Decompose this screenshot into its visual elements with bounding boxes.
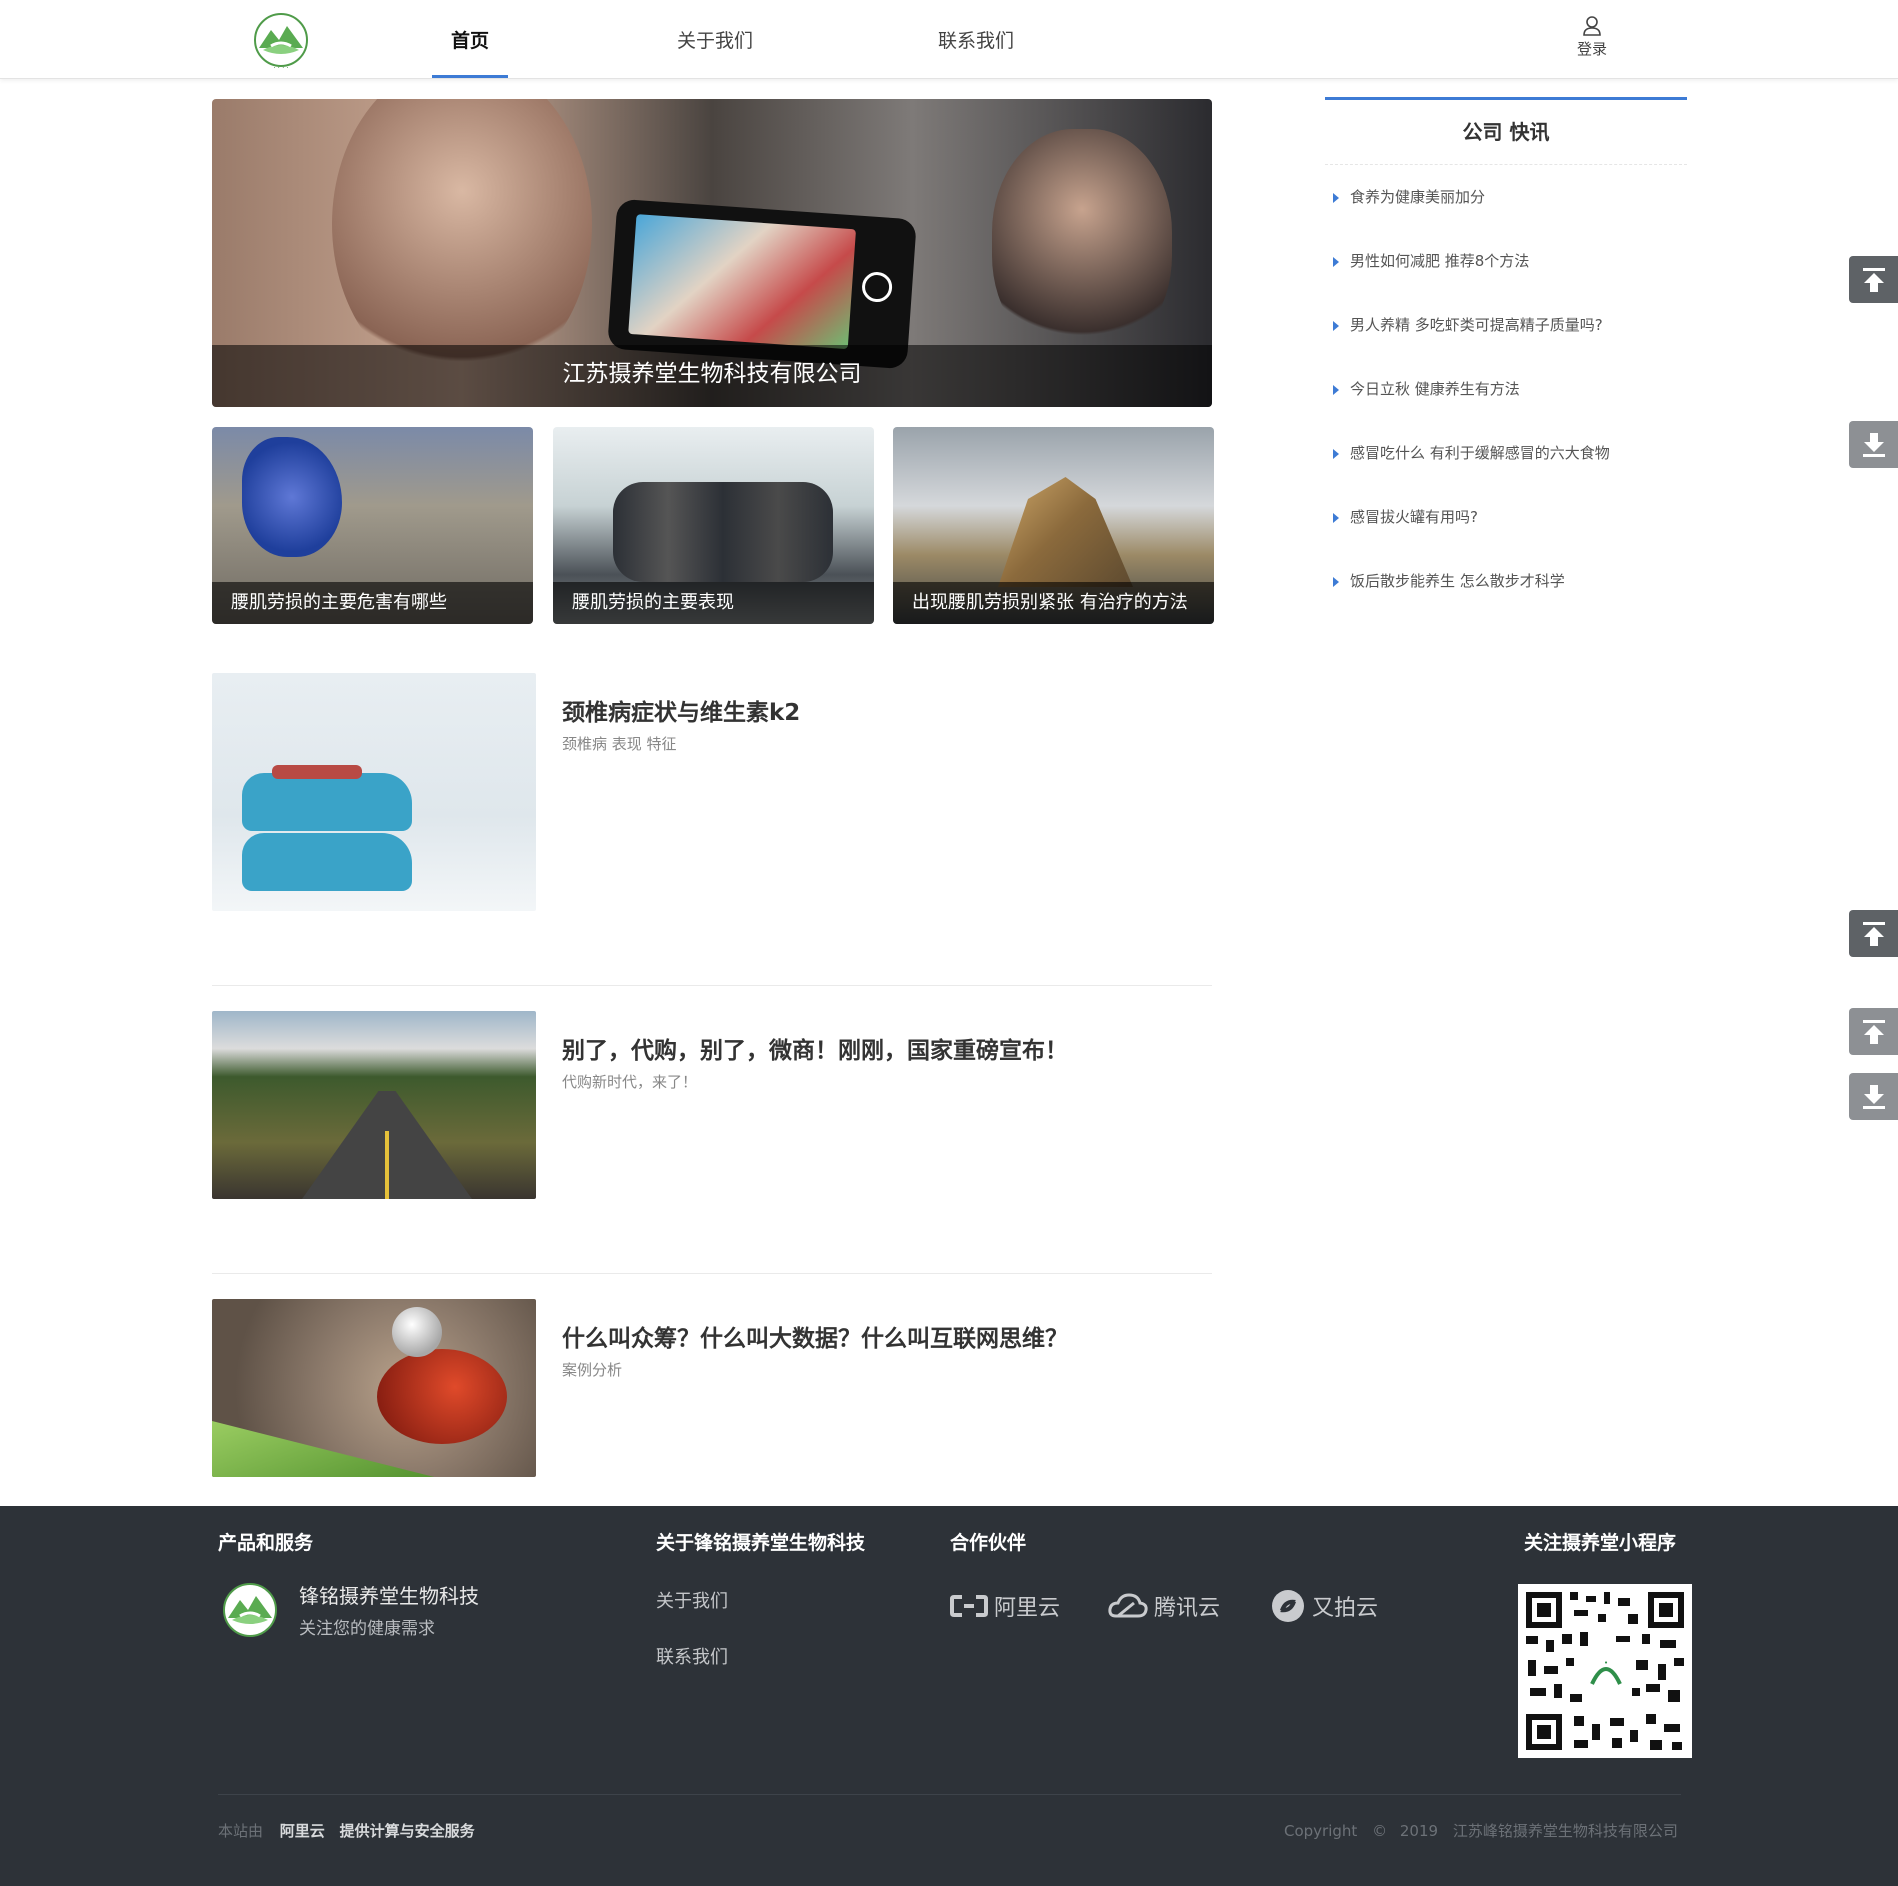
thumb-card[interactable]: 腰肌劳损的主要表现 <box>553 427 874 624</box>
aliyun-icon <box>950 1595 988 1617</box>
news-item[interactable]: 感冒吃什么 有利于缓解感冒的六大食物 <box>1325 421 1687 485</box>
to-bottom-icon <box>1863 1085 1885 1109</box>
article-tags: 代购新时代，来了！ <box>562 1073 698 1091</box>
footer-hosting-note: 本站由 阿里云 提供计算与安全服务 <box>218 1820 475 1841</box>
footer-link-contact[interactable]: 联系我们 <box>656 1643 728 1669</box>
copyright-company: 江苏峰铭摄养堂生物科技有限公司 <box>1452 1822 1678 1840</box>
footer-link-about[interactable]: 关于我们 <box>656 1587 728 1613</box>
article-item[interactable]: 别了，代购，别了，微商！刚刚，国家重磅宣布！ 代购新时代，来了！ <box>212 1011 1212 1199</box>
news-item[interactable]: 男性如何减肥 推荐8个方法 <box>1325 229 1687 293</box>
thumb-image <box>613 482 833 582</box>
hosting-provider-link[interactable]: 阿里云 <box>280 1822 325 1840</box>
news-item[interactable]: 食养为健康美丽加分 <box>1325 165 1687 229</box>
hosting-prefix: 本站由 <box>218 1822 264 1840</box>
partner-name: 阿里云 <box>994 1596 1061 1621</box>
divider <box>212 985 1212 986</box>
footer-heading: 产品和服务 <box>218 1532 314 1554</box>
article-title[interactable]: 别了，代购，别了，微商！刚刚，国家重磅宣布！ <box>562 1031 1068 1065</box>
company-logo-icon <box>223 1583 277 1637</box>
nav-home[interactable]: 首页 <box>432 0 508 78</box>
thumb-caption: 腰肌劳损的主要表现 <box>553 582 874 624</box>
news-item[interactable]: 男人养精 多吃虾类可提高精子质量吗? <box>1325 293 1687 357</box>
user-icon <box>1583 16 1601 36</box>
news-item[interactable]: 感冒拔火罐有用吗? <box>1325 485 1687 549</box>
svg-text:· · · ·: · · · · <box>273 64 289 72</box>
nav-contact[interactable]: 联系我们 <box>926 0 1026 78</box>
partner-name: 腾讯云 <box>1154 1596 1221 1621</box>
article-tags: 颈椎病 表现 特征 <box>562 735 677 753</box>
tencent-cloud-icon <box>1108 1593 1148 1618</box>
thumb-card[interactable]: 出现腰肌劳损别紧张 有治疗的方法 <box>893 427 1214 624</box>
copyright-label: Copyright <box>1284 1822 1358 1840</box>
partner-upyun[interactable]: 又拍云 <box>1270 1586 1378 1626</box>
to-top-icon <box>1863 922 1885 946</box>
sidebar-title: 公司 快讯 <box>1325 100 1687 165</box>
footer-heading: 关注摄养堂小程序 <box>1524 1532 1677 1554</box>
to-top-icon <box>1863 1020 1885 1044</box>
qr-code-icon[interactable]: · <box>1518 1584 1692 1758</box>
article-title[interactable]: 什么叫众筹？什么叫大数据？什么叫互联网思维？ <box>562 1319 1068 1353</box>
thumb-caption: 腰肌劳损的主要危害有哪些 <box>212 582 533 624</box>
footer-brand-name: 锋铭摄养堂生物科技 <box>299 1584 479 1608</box>
article-title[interactable]: 颈椎病症状与维生素k2 <box>562 693 800 727</box>
hero-caption: 江苏摄养堂生物科技有限公司 <box>212 345 1212 407</box>
news-sidebar: 公司 快讯 食养为健康美丽加分 男性如何减肥 推荐8个方法 男人养精 多吃虾类可… <box>1325 97 1687 613</box>
thumb-image <box>242 437 342 557</box>
partner-tencent[interactable]: 腾讯云 <box>1108 1586 1220 1626</box>
footer-brand-slogan: 关注您的健康需求 <box>299 1619 435 1639</box>
company-logo-icon[interactable]: · · · · <box>249 10 313 74</box>
partner-name: 又拍云 <box>1312 1596 1379 1621</box>
footer-divider <box>218 1794 1681 1795</box>
thumb-image <box>998 477 1133 587</box>
article-image[interactable] <box>212 1299 536 1477</box>
thumb-card[interactable]: 腰肌劳损的主要危害有哪些 <box>212 427 533 624</box>
to-top-icon <box>1863 268 1885 292</box>
scroll-bottom-button[interactable] <box>1849 1073 1898 1120</box>
hero-photo-phone <box>607 198 917 370</box>
to-bottom-icon <box>1863 433 1885 457</box>
partner-aliyun[interactable]: 阿里云 <box>950 1586 1060 1626</box>
scroll-bottom-button[interactable] <box>1849 421 1898 468</box>
scroll-top-button[interactable] <box>1849 256 1898 303</box>
footer-heading: 关于锋铭摄养堂生物科技 <box>656 1532 866 1554</box>
article-image[interactable] <box>212 1011 536 1199</box>
article-item[interactable]: 什么叫众筹？什么叫大数据？什么叫互联网思维？ 案例分析 <box>212 1299 1212 1477</box>
news-item[interactable]: 饭后散步能养生 怎么散步才科学 <box>1325 549 1687 613</box>
thumb-caption: 出现腰肌劳损别紧张 有治疗的方法 <box>893 582 1214 624</box>
scroll-top-button[interactable] <box>1849 910 1898 957</box>
hosting-service: 提供计算与安全服务 <box>339 1822 475 1840</box>
upyun-icon <box>1272 1590 1304 1622</box>
scroll-top-button[interactable] <box>1849 1008 1898 1055</box>
footer-heading: 合作伙伴 <box>950 1532 1027 1554</box>
top-header: · · · · 首页 关于我们 联系我们 登录 <box>0 0 1898 79</box>
hero-photo-woman <box>992 129 1172 359</box>
copyright-symbol: © <box>1372 1822 1388 1840</box>
article-item[interactable]: 颈椎病症状与维生素k2 颈椎病 表现 特征 <box>212 673 1212 911</box>
login-label: 登录 <box>1576 40 1607 58</box>
article-image[interactable] <box>212 673 536 911</box>
site-footer: 产品和服务 锋铭摄养堂生物科技 关注您的健康需求 关于锋铭摄养堂生物科技 关于我… <box>0 1506 1898 1886</box>
hero-banner[interactable]: 江苏摄养堂生物科技有限公司 <box>212 99 1212 407</box>
news-item[interactable]: 今日立秋 健康养生有方法 <box>1325 357 1687 421</box>
footer-copyright: Copyright © 2019 江苏峰铭摄养堂生物科技有限公司 <box>1284 1820 1678 1841</box>
copyright-year: 2019 <box>1399 1822 1439 1840</box>
nav-about[interactable]: 关于我们 <box>665 0 765 78</box>
divider <box>212 1273 1212 1274</box>
article-tags: 案例分析 <box>562 1361 623 1379</box>
login-button[interactable]: 登录 <box>1572 16 1612 59</box>
